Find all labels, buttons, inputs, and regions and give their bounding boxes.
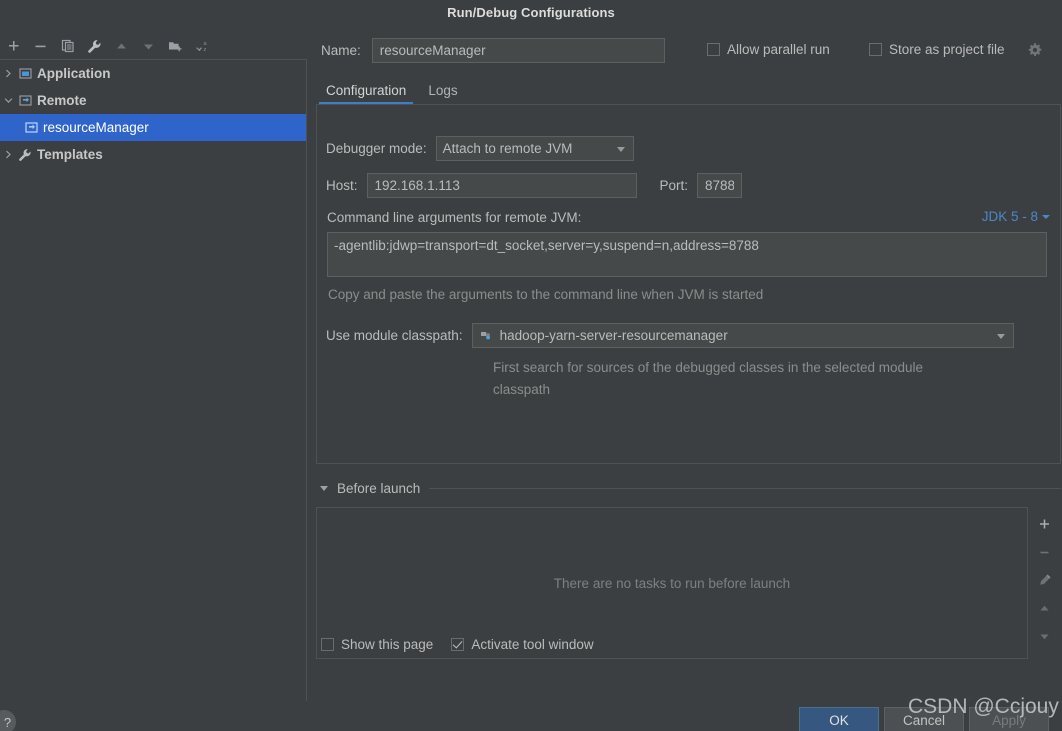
tree-item-application[interactable]: Application	[0, 60, 306, 87]
tree-item-label: Templates	[37, 147, 103, 162]
chevron-down-icon[interactable]	[616, 146, 625, 152]
name-input[interactable]	[371, 37, 665, 63]
host-port-row: Host: Port:	[326, 173, 743, 198]
port-input[interactable]	[697, 173, 743, 198]
apply-button[interactable]: Apply	[969, 707, 1049, 731]
add-task-button[interactable]	[1031, 511, 1059, 537]
module-classpath-select[interactable]: hadoop-yarn-server-resourcemanager	[471, 323, 1014, 348]
debugger-mode-value: Attach to remote JVM	[442, 141, 573, 156]
configuration-editor-pane: Name: Allow parallel run Store as projec…	[307, 25, 1062, 701]
jdk-version-label: JDK 5 - 8	[981, 209, 1038, 224]
debugger-mode-select[interactable]: Attach to remote JVM	[435, 136, 634, 161]
module-classpath-label: Use module classpath:	[326, 328, 463, 343]
move-into-folder-button[interactable]	[162, 34, 189, 58]
command-line-arguments-label: Command line arguments for remote JVM:	[327, 210, 582, 225]
checkbox-box[interactable]	[869, 43, 882, 56]
chevron-down-icon[interactable]	[1042, 214, 1050, 219]
port-label: Port:	[659, 178, 689, 193]
allow-parallel-run-label: Allow parallel run	[727, 42, 830, 57]
ok-button[interactable]: OK	[799, 707, 879, 731]
tab-configuration[interactable]: Configuration	[315, 76, 417, 104]
before-launch-header[interactable]: Before launch	[316, 477, 1061, 499]
show-this-page-checkbox[interactable]: Show this page	[321, 637, 433, 652]
move-task-up-button[interactable]	[1031, 595, 1059, 621]
tree-item-label: Application	[37, 66, 111, 81]
before-launch-title: Before launch	[337, 480, 421, 496]
checkbox-box[interactable]	[707, 43, 720, 56]
module-classpath-hint: First search for sources of the debugged…	[493, 360, 923, 397]
chevron-right-icon[interactable]	[0, 60, 16, 87]
allow-parallel-run-checkbox[interactable]: Allow parallel run	[707, 42, 830, 57]
debugger-mode-label: Debugger mode:	[326, 141, 427, 156]
tree-item-templates[interactable]: Templates	[0, 141, 306, 168]
store-as-project-file-label: Store as project file	[889, 42, 1005, 57]
tree-item-remote[interactable]: Remote	[0, 87, 306, 114]
jdk-version-selector[interactable]: JDK 5 - 8	[982, 209, 1050, 224]
configurations-left-panel: a z Application Remote resourceManager T…	[0, 25, 307, 725]
bottom-options: Show this page Activate tool window	[321, 637, 594, 652]
cancel-button[interactable]: Cancel	[884, 707, 964, 731]
before-launch-toolbar	[1028, 507, 1061, 659]
module-classpath-value: hadoop-yarn-server-resourcemanager	[499, 328, 728, 343]
host-input[interactable]	[366, 173, 637, 198]
checkbox-box[interactable]	[451, 638, 465, 651]
module-icon	[480, 329, 494, 343]
configuration-panel: Debugger mode: Attach to remote JVM Host…	[316, 104, 1061, 464]
show-this-page-label: Show this page	[341, 637, 434, 652]
tree-item-label: Remote	[37, 93, 87, 108]
tree-item-resourcemanager[interactable]: resourceManager	[0, 114, 306, 141]
help-button[interactable]: ?	[0, 710, 16, 731]
configurations-tree[interactable]: Application Remote resourceManager Templ…	[0, 59, 307, 725]
section-divider	[429, 487, 1061, 489]
remove-task-button[interactable]	[1031, 539, 1059, 565]
gear-icon[interactable]	[1027, 42, 1043, 58]
edit-task-button[interactable]	[1031, 567, 1059, 593]
wrench-icon	[16, 141, 34, 168]
tab-label: Logs	[428, 82, 458, 98]
remove-configuration-button[interactable]	[27, 34, 54, 58]
activate-tool-window-checkbox[interactable]: Activate tool window	[451, 637, 594, 652]
chevron-right-icon[interactable]	[0, 141, 16, 168]
configurations-toolbar: a z	[0, 33, 307, 59]
activate-tool-window-label: Activate tool window	[471, 637, 594, 652]
chevron-down-icon[interactable]	[320, 485, 328, 491]
store-as-project-file-checkbox[interactable]: Store as project file	[869, 42, 1005, 57]
edit-templates-button[interactable]	[81, 34, 108, 58]
command-line-hint: Copy and paste the arguments to the comm…	[328, 287, 764, 302]
module-classpath-row: Use module classpath: hadoop-yarn-server…	[326, 323, 1014, 348]
remote-icon	[22, 114, 40, 141]
debugger-mode-row: Debugger mode: Attach to remote JVM	[326, 136, 634, 161]
checkbox-box[interactable]	[321, 638, 334, 651]
application-icon	[16, 60, 34, 87]
svg-text:z: z	[204, 47, 207, 53]
window-title: Run/Debug Configurations	[447, 5, 615, 20]
chevron-down-icon[interactable]	[0, 87, 16, 114]
editor-tabs[interactable]: Configuration Logs	[315, 74, 1055, 104]
tree-item-label: resourceManager	[43, 120, 149, 135]
move-up-button[interactable]	[108, 34, 135, 58]
sort-configurations-button[interactable]: a z	[189, 34, 216, 58]
chevron-down-icon[interactable]	[996, 333, 1005, 339]
tab-logs[interactable]: Logs	[417, 76, 468, 104]
command-line-arguments-field[interactable]: -agentlib:jdwp=transport=dt_socket,serve…	[327, 232, 1047, 277]
tab-label: Configuration	[326, 82, 407, 98]
move-down-button[interactable]	[135, 34, 162, 58]
move-task-down-button[interactable]	[1031, 623, 1059, 649]
before-launch-empty-message: There are no tasks to run before launch	[553, 575, 791, 591]
add-configuration-button[interactable]	[0, 34, 27, 58]
copy-configuration-button[interactable]	[54, 34, 81, 58]
remote-icon	[16, 87, 34, 114]
window-titlebar: Run/Debug Configurations	[0, 0, 1062, 25]
host-label: Host:	[326, 178, 358, 193]
name-label: Name:	[321, 42, 361, 58]
